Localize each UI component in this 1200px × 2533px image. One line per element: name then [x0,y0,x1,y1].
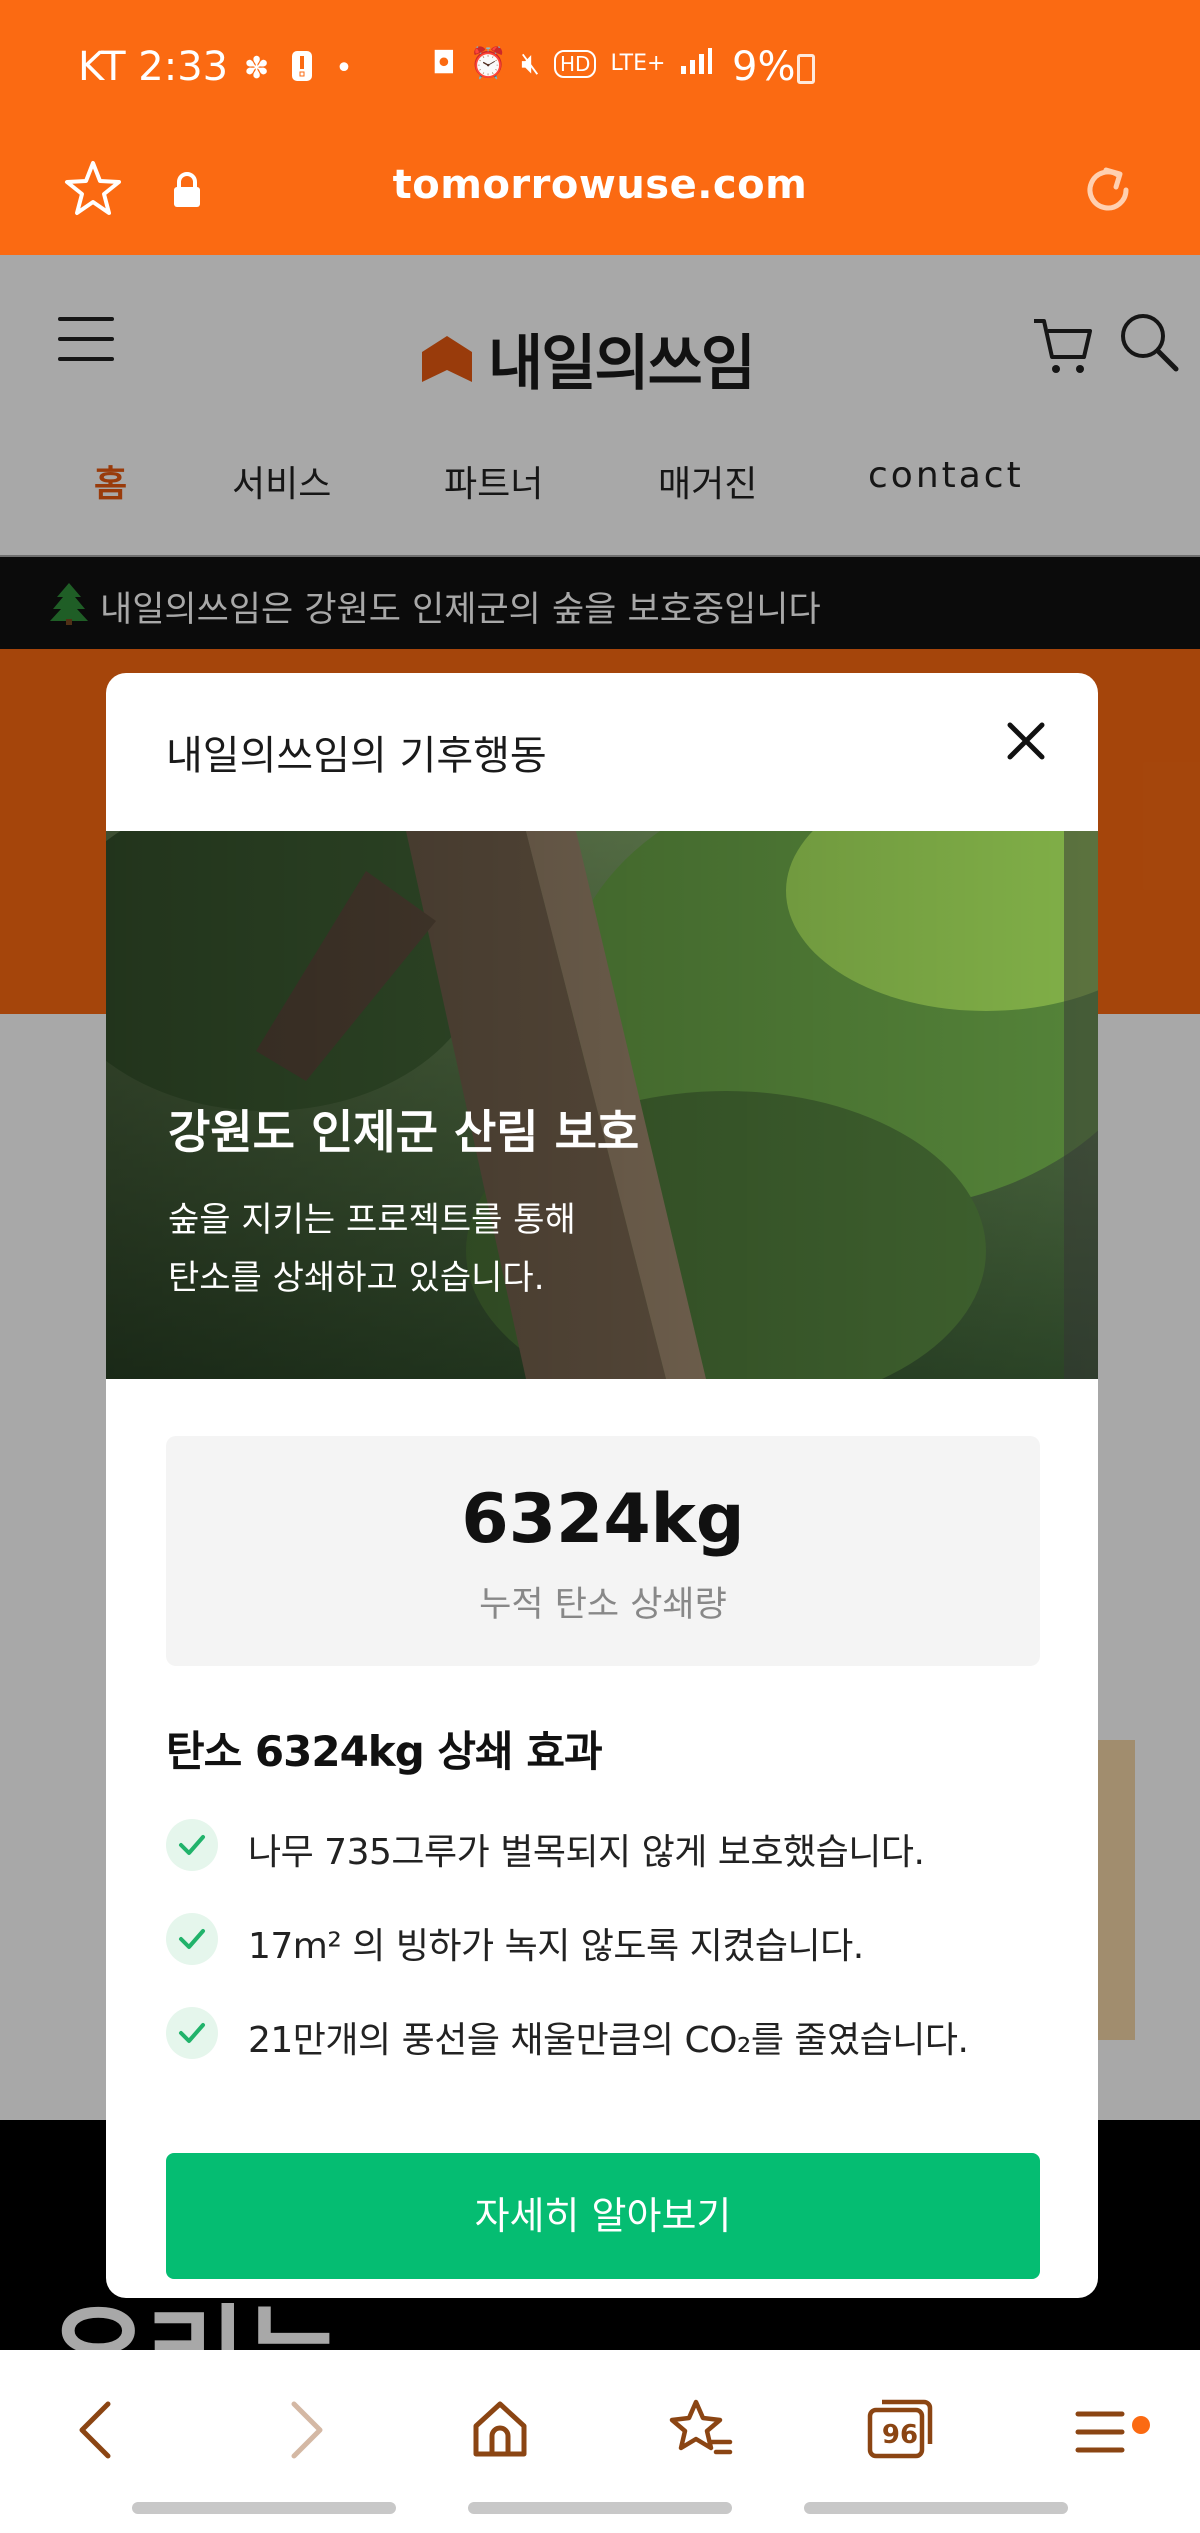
camera-icon: ◘ [432,46,456,81]
battery-percent: 9% [732,44,796,90]
carbon-offset-value: 6324kg [461,1480,745,1559]
modal-title: 내일의쓰임의 기후행동 [166,733,547,779]
status-bar: KT 2:33 ✽ • ◘ ⏰ 🔇︎ HD LTE+ 9% [0,0,1200,140]
effect-text: 17m² 의 빙하가 녹지 않도록 지켰습니다. [248,1926,864,1967]
dot-icon: • [335,51,353,86]
effect-text: 나무 735그루가 벌목되지 않게 보호했습니다. [248,1832,925,1873]
climate-action-modal: 내일의쓰임의 기후행동 강원도 인제군 산림 보호 숲을 지키는 프로젝트를 통… [106,673,1098,2298]
reload-icon[interactable] [1078,160,1138,224]
tabs-count: 96 [881,2420,919,2450]
gesture-bar-right [804,2502,1068,2514]
carbon-stat-card: 6324kg 누적 탄소 상쇄량 [166,1436,1040,1666]
photo-title: 강원도 인제군 산림 보호 [168,1105,640,1159]
status-time: KT 2:33 [78,44,229,90]
battery-icon [797,54,815,84]
url-bar: tomorrowuse.com [0,140,1200,255]
home-icon[interactable] [460,2390,540,2470]
signal-icon [679,46,713,82]
alert-icon [291,50,313,88]
gesture-bar-center [468,2502,732,2514]
effects-title: 탄소 6324kg 상쇄 효과 [166,1727,603,1776]
hd-icon: HD [554,50,597,78]
photo-description-line-2: 탄소를 상쇄하고 있습니다. [168,1258,545,1298]
carbon-offset-label: 누적 탄소 상쇄량 [479,1585,727,1625]
photo-description-line-1: 숲을 지키는 프로젝트를 통해 [168,1200,576,1240]
url-text[interactable]: tomorrowuse.com [0,162,1200,208]
slack-icon: ✽ [244,51,270,86]
mute-icon: 🔇︎ [521,46,540,81]
notification-icons: ✽ • [244,50,353,88]
check-icon [166,1819,218,1871]
learn-more-button[interactable]: 자세히 알아보기 [166,2153,1040,2279]
effect-text: 21만개의 풍선을 채울만큼의 CO₂를 줄였습니다. [248,2020,969,2061]
check-icon [166,1913,218,1965]
menu-icon[interactable] [1060,2390,1140,2470]
system-icons: ◘ ⏰ 🔇︎ HD LTE+ [432,46,713,82]
tabs-icon[interactable]: 96 [860,2390,940,2470]
menu-notification-dot [1132,2416,1150,2434]
check-icon [166,2007,218,2059]
back-icon[interactable] [60,2390,140,2470]
close-icon[interactable] [996,711,1056,771]
photo-description: 숲을 지키는 프로젝트를 통해 탄소를 상쇄하고 있습니다. [168,1191,576,1307]
bookmarks-icon[interactable] [660,2390,740,2470]
lte-icon: LTE+ [610,51,666,76]
alarm-icon: ⏰ [469,46,508,81]
forest-photo: 강원도 인제군 산림 보호 숲을 지키는 프로젝트를 통해 탄소를 상쇄하고 있… [106,831,1098,1379]
forward-icon[interactable] [262,2390,342,2470]
gesture-bar-left [132,2502,396,2514]
